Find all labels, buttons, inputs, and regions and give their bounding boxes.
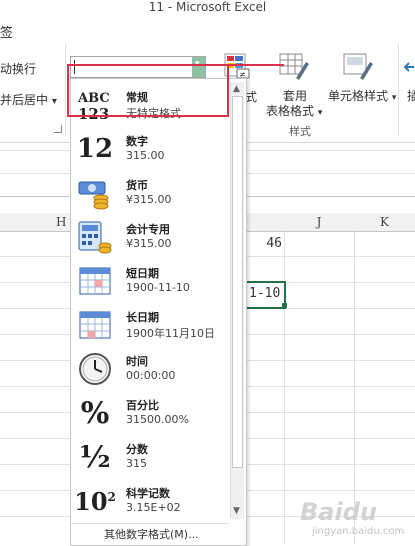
format-item-label: 分数 <box>126 443 148 456</box>
calendar-icon <box>77 307 113 343</box>
format-item-sample: 315 <box>126 457 147 470</box>
format-item-label: 会计专用 <box>126 223 170 236</box>
column-k-label: K <box>380 215 389 229</box>
percent-icon: % <box>80 395 110 431</box>
format-item-label: 数字 <box>126 135 148 148</box>
fill-handle[interactable] <box>282 303 287 308</box>
format-item-sample: ¥315.00 <box>126 237 172 250</box>
selected-cell[interactable]: 1-10 <box>244 281 286 309</box>
scroll-down-icon[interactable]: ▼ <box>233 506 240 516</box>
accounting-icon <box>77 219 113 255</box>
fraction-icon: ½ <box>79 439 111 475</box>
cell-value[interactable]: 46 <box>244 236 282 251</box>
merge-center-button[interactable]: 并后居中 ▾ <box>0 91 57 108</box>
chevron-down-icon: ▾ <box>317 108 323 118</box>
cell-styles-icon[interactable] <box>342 52 374 82</box>
column-h-label: H <box>56 215 67 229</box>
dialog-launcher-icon[interactable] <box>54 125 62 133</box>
group-divider <box>398 44 399 136</box>
format-item-sample: ¥315.00 <box>126 193 172 206</box>
chevron-down-icon: ▾ <box>391 93 397 103</box>
watermark-url: jingyan.baidu.com <box>312 526 405 537</box>
wrap-text-button[interactable]: 动换行 <box>0 60 36 77</box>
scientific-icon: 102 <box>74 486 116 516</box>
format-item-time[interactable]: 时间 00:00:00 <box>71 347 229 391</box>
number-format-dropdown: ABC 123 常规 无特定格式 12 数字 315.00 货币 ¥315.00 <box>70 78 247 546</box>
format-item-label: 百分比 <box>126 399 159 412</box>
format-item-sample: 3.15E+02 <box>126 501 181 514</box>
format-item-accounting[interactable]: 会计专用 ¥315.00 <box>71 215 229 259</box>
annotation-highlight <box>67 64 229 117</box>
format-item-percent[interactable]: % 百分比 31500.00% <box>71 391 229 435</box>
format-as-table-label: 表格格式 <box>266 104 315 118</box>
calendar-icon <box>77 263 113 299</box>
format-item-sample: 1900年11月10日 <box>126 327 215 340</box>
styles-group-label: 样式 <box>289 125 311 138</box>
window-title: 11 - Microsoft Excel <box>148 0 267 14</box>
scroll-up-icon[interactable]: ▲ <box>233 84 240 94</box>
format-as-table-button[interactable]: 表格格式 ▾ <box>266 102 322 119</box>
insert-icon[interactable] <box>403 58 415 76</box>
format-as-table-icon[interactable] <box>278 52 310 82</box>
format-item-label: 科学记数 <box>126 487 170 500</box>
watermark-logo: Baidu <box>300 498 377 526</box>
insert-button[interactable]: 插 <box>407 87 415 104</box>
format-item-label: 长日期 <box>126 311 159 324</box>
column-j-label: J <box>316 215 322 229</box>
more-number-formats-link[interactable]: 其他数字格式(M)... <box>104 526 199 542</box>
currency-icon <box>77 175 113 211</box>
column-header-k[interactable]: K <box>354 213 415 232</box>
column-header-i[interactable] <box>244 213 285 232</box>
clock-icon <box>77 351 113 387</box>
ribbon-tab-partial[interactable]: 签 <box>0 22 13 41</box>
grid-line <box>284 231 285 545</box>
format-item-fraction[interactable]: ½ 分数 315 <box>71 435 229 479</box>
cell-styles-label: 单元格样式 <box>328 89 389 103</box>
column-header-j[interactable]: J <box>284 213 355 232</box>
format-item-label: 时间 <box>126 355 148 368</box>
chevron-down-icon: ▾ <box>51 96 57 107</box>
selected-cell-value: 1-10 <box>249 286 281 301</box>
format-item-sample: 31500.00% <box>126 413 189 426</box>
format-item-label: 短日期 <box>126 267 159 280</box>
number-icon: 12 <box>76 134 114 164</box>
merge-center-label: 并后居中 <box>0 93 49 107</box>
format-item-long-date[interactable]: 长日期 1900年11月10日 <box>71 303 229 347</box>
format-item-scientific[interactable]: 102 科学记数 3.15E+02 <box>71 479 229 523</box>
format-item-sample: 00:00:00 <box>126 369 176 382</box>
format-item-label: 货币 <box>126 179 148 192</box>
format-item-short-date[interactable]: 短日期 1900-11-10 <box>71 259 229 303</box>
divider <box>71 523 229 524</box>
scrollbar-thumb[interactable] <box>232 96 243 468</box>
format-item-currency[interactable]: 货币 ¥315.00 <box>71 171 229 215</box>
cell-styles-button[interactable]: 单元格样式 ▾ <box>328 87 396 104</box>
format-item-number[interactable]: 12 数字 315.00 <box>71 127 229 171</box>
format-item-sample: 315.00 <box>126 149 165 162</box>
group-divider <box>65 44 66 136</box>
format-item-sample: 1900-11-10 <box>126 281 190 294</box>
